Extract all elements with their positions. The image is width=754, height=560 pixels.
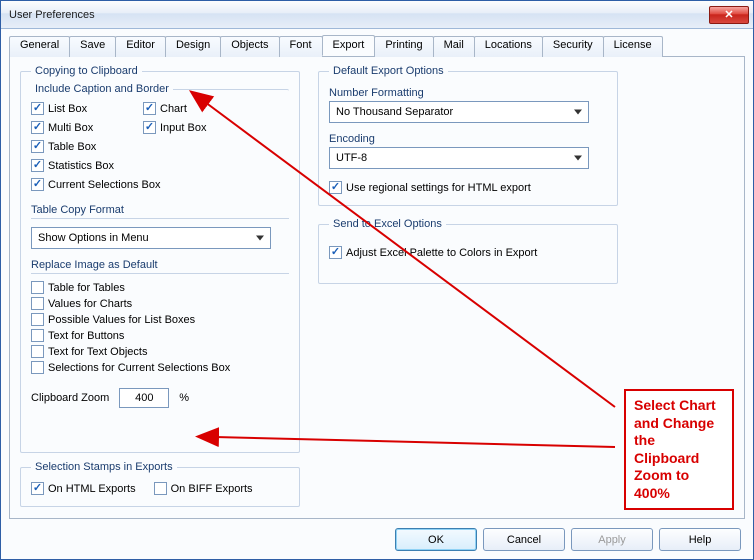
excel-options-group: Send to Excel Options Adjust Excel Palet…	[318, 218, 618, 284]
tab-font[interactable]: Font	[279, 36, 323, 57]
include-caption-legend: Include Caption and Border	[31, 83, 173, 95]
list-box-checkbox[interactable]	[31, 102, 44, 115]
excel-options-legend: Send to Excel Options	[329, 218, 446, 230]
values-for-charts-checkbox[interactable]	[31, 297, 44, 310]
statistics-box-checkbox[interactable]	[31, 159, 44, 172]
chart-checkbox[interactable]	[143, 102, 156, 115]
statistics-box-label: Statistics Box	[48, 160, 114, 172]
use-regional-checkbox[interactable]	[329, 181, 342, 194]
default-export-legend: Default Export Options	[329, 65, 448, 77]
window-title: User Preferences	[5, 9, 709, 21]
ok-button[interactable]: OK	[395, 528, 477, 551]
tab-security[interactable]: Security	[542, 36, 604, 57]
user-preferences-window: User Preferences ✕ General Save Editor D…	[0, 0, 754, 560]
tab-design[interactable]: Design	[165, 36, 221, 57]
number-formatting-label: Number Formatting	[329, 87, 607, 99]
include-caption-group: Include Caption and Border List Box Char…	[31, 83, 289, 200]
on-html-checkbox[interactable]	[31, 482, 44, 495]
selections-for-csbox-label: Selections for Current Selections Box	[48, 362, 230, 374]
tab-editor[interactable]: Editor	[115, 36, 166, 57]
input-box-checkbox[interactable]	[143, 121, 156, 134]
use-regional-label: Use regional settings for HTML export	[346, 182, 531, 194]
selection-stamps-group: Selection Stamps in Exports On HTML Expo…	[20, 461, 300, 507]
tabstrip: General Save Editor Design Objects Font …	[9, 35, 745, 57]
clipboard-zoom-input[interactable]: 400	[119, 388, 169, 408]
tab-export[interactable]: Export	[322, 35, 376, 56]
tab-mail[interactable]: Mail	[433, 36, 475, 57]
text-for-buttons-label: Text for Buttons	[48, 330, 124, 342]
current-selections-checkbox[interactable]	[31, 178, 44, 191]
table-box-label: Table Box	[48, 141, 96, 153]
replace-image-label: Replace Image as Default	[31, 259, 289, 271]
default-export-group: Default Export Options Number Formatting…	[318, 65, 618, 206]
multi-box-checkbox[interactable]	[31, 121, 44, 134]
table-box-checkbox[interactable]	[31, 140, 44, 153]
text-for-text-objects-label: Text for Text Objects	[48, 346, 147, 358]
copying-legend: Copying to Clipboard	[31, 65, 142, 77]
on-biff-label: On BIFF Exports	[171, 483, 253, 495]
cancel-button[interactable]: Cancel	[483, 528, 565, 551]
encoding-label: Encoding	[329, 133, 607, 145]
table-copy-format-select[interactable]: Show Options in Menu	[31, 227, 271, 249]
client-area: General Save Editor Design Objects Font …	[1, 29, 753, 559]
table-copy-format-label: Table Copy Format	[31, 204, 289, 216]
selections-for-csbox-checkbox[interactable]	[31, 361, 44, 374]
percent-label: %	[179, 392, 189, 404]
close-icon: ✕	[724, 8, 733, 21]
list-box-label: List Box	[48, 103, 87, 115]
possible-values-checkbox[interactable]	[31, 313, 44, 326]
clipboard-zoom-label: Clipboard Zoom	[31, 392, 109, 404]
tab-objects[interactable]: Objects	[220, 36, 279, 57]
input-box-label: Input Box	[160, 122, 206, 134]
annotation-callout: Select Chart and Change the Clipboard Zo…	[624, 389, 734, 510]
apply-button[interactable]: Apply	[571, 528, 653, 551]
number-formatting-select[interactable]: No Thousand Separator	[329, 101, 589, 123]
selection-stamps-legend: Selection Stamps in Exports	[31, 461, 177, 473]
on-biff-checkbox[interactable]	[154, 482, 167, 495]
table-for-tables-label: Table for Tables	[48, 282, 125, 294]
multi-box-label: Multi Box	[48, 122, 93, 134]
tab-license[interactable]: License	[603, 36, 663, 57]
dialog-buttons: OK Cancel Apply Help	[395, 528, 741, 551]
close-button[interactable]: ✕	[709, 6, 749, 24]
copying-to-clipboard-group: Copying to Clipboard Include Caption and…	[20, 65, 300, 453]
titlebar: User Preferences ✕	[1, 1, 753, 29]
adjust-palette-label: Adjust Excel Palette to Colors in Export	[346, 247, 537, 259]
encoding-select[interactable]: UTF-8	[329, 147, 589, 169]
tab-save[interactable]: Save	[69, 36, 116, 57]
export-panel: Copying to Clipboard Include Caption and…	[9, 57, 745, 519]
adjust-palette-checkbox[interactable]	[329, 246, 342, 259]
table-for-tables-checkbox[interactable]	[31, 281, 44, 294]
help-button[interactable]: Help	[659, 528, 741, 551]
tab-general[interactable]: General	[9, 36, 70, 57]
possible-values-label: Possible Values for List Boxes	[48, 314, 195, 326]
tab-locations[interactable]: Locations	[474, 36, 543, 57]
values-for-charts-label: Values for Charts	[48, 298, 132, 310]
tab-printing[interactable]: Printing	[374, 36, 433, 57]
current-selections-label: Current Selections Box	[48, 179, 161, 191]
text-for-text-objects-checkbox[interactable]	[31, 345, 44, 358]
chart-label: Chart	[160, 103, 187, 115]
text-for-buttons-checkbox[interactable]	[31, 329, 44, 342]
on-html-label: On HTML Exports	[48, 483, 136, 495]
